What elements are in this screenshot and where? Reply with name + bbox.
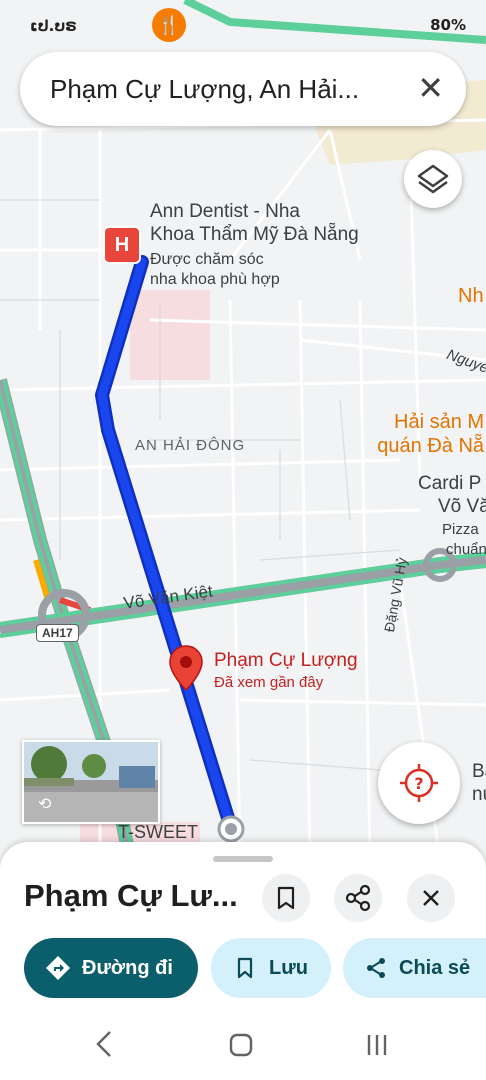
share-icon [367,958,385,978]
recent-apps-icon[interactable] [364,1032,390,1058]
sheet-handle[interactable] [213,856,273,862]
place-title: Phạm Cự Lư... [24,878,238,913]
share-label: Chia sẻ [399,956,471,979]
bookmark-icon [237,957,253,979]
dentist-name-line1: Ann Dentist - Nha [150,201,300,222]
search-query[interactable]: Phạm Cự Lượng, An Hải... [50,74,359,105]
tsweet-label: T-SWEET [118,822,198,842]
place-pizza-line2: chuẩn [446,541,486,558]
map-view[interactable]: 🍴 ເປ.ບຣ 80% Phạm Cự Lượng, An Hải... ✕ H… [0,0,486,860]
directions-button[interactable]: Đường đi [24,938,198,998]
svg-text:?: ? [414,774,423,793]
place-cardi[interactable]: Cardi P Võ Vă [418,472,486,518]
place-hai-san-line2: quán Đà Nẵ [377,435,485,457]
rotate-360-icon: ⟲ [38,796,52,813]
close-icon [423,890,439,906]
place-ba[interactable]: Ba nu [472,760,486,806]
crosshair-question-icon: ? [400,764,438,802]
directions-icon [46,956,70,980]
close-icon[interactable]: ✕ [417,70,444,106]
status-time: ເປ.ບຣ [30,17,77,35]
street-view-thumbnail[interactable]: ⟲ [22,740,160,824]
bookmark-icon [277,886,295,910]
bookmark-button[interactable] [262,874,310,922]
pin-title[interactable]: Phạm Cự Lượng [214,650,358,672]
system-nav-bar [0,1010,486,1080]
layers-button[interactable] [404,150,462,208]
status-bar: ເປ.ບຣ 80% [0,0,486,52]
back-icon[interactable] [92,1028,116,1060]
pin-subtitle: Đã xem gần đây [214,674,324,691]
location-pin-icon[interactable] [168,644,204,692]
save-button[interactable]: Lưu [211,938,331,998]
battery-level: 80% [430,16,466,34]
dentist-sub-line2: nha khoa phù hợp [150,271,280,288]
place-cardi-line1: Cardi P [418,473,482,494]
place-pizza-line1: Pizza [442,521,479,538]
share-button[interactable] [334,874,382,922]
dentist-sub-line1: Được chăm sóc [150,251,264,268]
dentist-name-line2: Khoa Thẩm Mỹ Đà Nẵng [150,224,359,245]
directions-label: Đường đi [82,956,173,979]
close-sheet-button[interactable] [407,874,455,922]
place-hai-san[interactable]: Hải sản M quán Đà Nẵ [377,410,485,458]
dentist-name[interactable]: Ann Dentist - Nha Khoa Thẩm Mỹ Đà Nẵng [150,200,359,246]
place-hai-san-line1: Hải sản M [394,411,485,433]
place-ba-line1: Ba [472,761,486,782]
save-label: Lưu [269,956,308,979]
dentist-sub: Được chăm sóc nha khoa phù hợp [150,250,280,290]
place-cardi-line2: Võ Vă [438,496,486,517]
place-pizza[interactable]: Pizza chuẩn [442,520,486,560]
search-box[interactable]: Phạm Cự Lượng, An Hải... ✕ [20,52,466,126]
place-nh[interactable]: Nh [458,284,484,308]
hospital-marker-icon[interactable]: H [103,226,141,264]
district-label: AN HẢI ĐÔNG [135,437,246,454]
place-ba-line2: nu [472,784,486,805]
highway-shield: AH17 [36,624,79,642]
location-button[interactable]: ? [378,742,460,824]
home-icon[interactable] [228,1032,254,1058]
share-chip-button[interactable]: Chia sẻ [343,938,486,998]
share-icon [345,884,371,912]
layers-icon [417,164,449,194]
